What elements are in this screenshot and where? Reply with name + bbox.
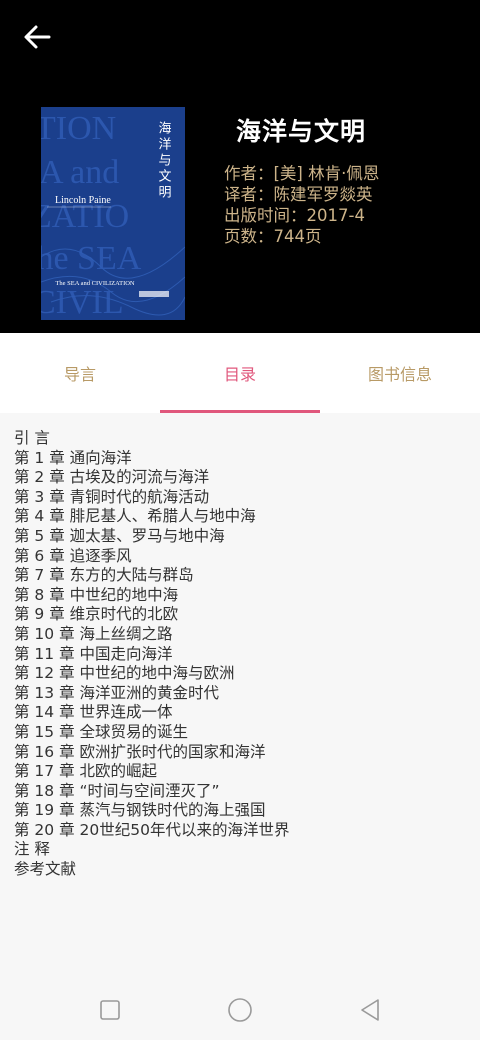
- toc-item[interactable]: 第 20 章 20世纪50年代以来的海洋世界: [14, 821, 289, 841]
- toc-item[interactable]: 第 8 章 中世纪的地中海: [14, 586, 289, 606]
- back-button[interactable]: [22, 24, 56, 52]
- cover-title-cn: 海洋与文明: [156, 121, 172, 201]
- toc-item[interactable]: 第 13 章 海洋亚洲的黄金时代: [14, 684, 289, 704]
- cover-bg-word: the SEA: [41, 240, 142, 277]
- book-page-count: 页数：744页: [224, 227, 322, 246]
- toc-item[interactable]: 参考文献: [14, 860, 289, 880]
- toc-list: 引 言 第 1 章 通向海洋 第 2 章 古埃及的河流与海洋 第 3 章 青铜时…: [14, 429, 289, 880]
- home-button[interactable]: [226, 996, 254, 1024]
- toc-item[interactable]: 第 6 章 追逐季风: [14, 547, 289, 567]
- cover-bg-word: TION: [41, 110, 116, 147]
- book-header: TION A and ZATIO the SEA CIVIL 海洋与文明 Lin…: [0, 0, 480, 333]
- square-recents-icon: [100, 1000, 120, 1020]
- toc-item[interactable]: 第 1 章 通向海洋: [14, 449, 289, 469]
- circle-home-icon: [228, 998, 252, 1022]
- toc-item[interactable]: 第 3 章 青铜时代的航海活动: [14, 488, 289, 508]
- recents-button[interactable]: [96, 996, 124, 1024]
- toc-item[interactable]: 第 11 章 中国走向海洋: [14, 645, 289, 665]
- book-author: 作者：[美] 林肯·佩恩: [224, 164, 380, 183]
- toc-item[interactable]: 第 12 章 中世纪的地中海与欧洲: [14, 664, 289, 684]
- toc-item[interactable]: 第 19 章 蒸汽与钢铁时代的海上强国: [14, 801, 289, 821]
- toc-item[interactable]: 注 释: [14, 840, 289, 860]
- toc-item[interactable]: 第 18 章 “时间与空间湮灭了”: [14, 782, 289, 802]
- toc-item[interactable]: 第 4 章 腓尼基人、希腊人与地中海: [14, 507, 289, 527]
- book-publish-date: 出版时间：2017-4: [224, 206, 365, 225]
- book-translator: 译者：陈建军罗燚英: [224, 185, 373, 204]
- book-cover: TION A and ZATIO the SEA CIVIL 海洋与文明 Lin…: [41, 107, 185, 320]
- cover-subtitle-en: The SEA and CIVILIZATION: [55, 280, 135, 287]
- tab-book-info[interactable]: 图书信息: [320, 333, 480, 413]
- tab-bar: 导言 目录 图书信息: [0, 333, 480, 413]
- table-of-contents-panel: 引 言 第 1 章 通向海洋 第 2 章 古埃及的河流与海洋 第 3 章 青铜时…: [0, 413, 480, 980]
- toc-item[interactable]: 第 5 章 迦太基、罗马与地中海: [14, 527, 289, 547]
- cover-bg-word: A and: [41, 154, 119, 191]
- toc-item[interactable]: 第 14 章 世界连成一体: [14, 703, 289, 723]
- toc-item[interactable]: 第 16 章 欧洲扩张时代的国家和海洋: [14, 743, 289, 763]
- arrow-left-icon: [24, 25, 51, 49]
- system-back-button[interactable]: [356, 996, 384, 1024]
- toc-item[interactable]: 第 17 章 北欧的崛起: [14, 762, 289, 782]
- triangle-back-icon: [361, 999, 379, 1021]
- tab-introduction[interactable]: 导言: [0, 333, 160, 413]
- toc-item[interactable]: 第 10 章 海上丝绸之路: [14, 625, 289, 645]
- toc-item[interactable]: 第 9 章 维京时代的北欧: [14, 605, 289, 625]
- book-title: 海洋与文明: [236, 117, 367, 146]
- system-nav-bar: [0, 980, 480, 1040]
- tab-contents[interactable]: 目录: [160, 333, 320, 413]
- toc-item[interactable]: 第 7 章 东方的大陆与群岛: [14, 566, 289, 586]
- toc-item[interactable]: 引 言: [14, 429, 289, 449]
- cover-author-en: Lincoln Paine: [55, 195, 111, 206]
- toc-item[interactable]: 第 2 章 古埃及的河流与海洋: [14, 468, 289, 488]
- toc-item[interactable]: 第 15 章 全球贸易的诞生: [14, 723, 289, 743]
- cover-bg-word: CIVIL: [41, 284, 124, 320]
